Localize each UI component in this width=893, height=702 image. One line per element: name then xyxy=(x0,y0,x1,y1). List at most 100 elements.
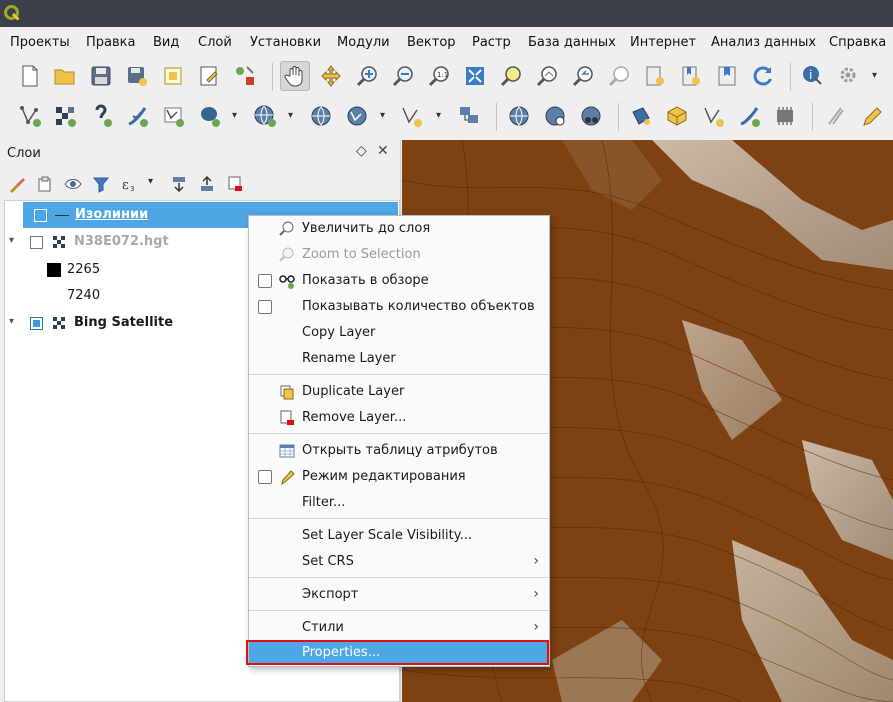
menu-help[interactable]: Справка xyxy=(829,35,886,50)
new-project-icon[interactable] xyxy=(15,61,45,91)
menu-edit[interactable]: Правка xyxy=(86,35,135,50)
close-icon[interactable]: ✕ xyxy=(377,143,389,159)
menu-item-label: Rename Layer xyxy=(302,351,396,366)
add-wfs-layer-icon[interactable] xyxy=(396,101,426,131)
digitize-line-icon[interactable] xyxy=(856,101,886,131)
menu-export[interactable]: Экспорт › xyxy=(249,582,549,608)
zoom-next-icon[interactable] xyxy=(604,61,634,91)
add-vector-layer-icon[interactable] xyxy=(15,101,45,131)
menu-raster[interactable]: Растр xyxy=(472,35,511,50)
add-wcs-icon[interactable] xyxy=(342,101,372,131)
layer-checkbox[interactable] xyxy=(30,236,43,249)
menu-checkbox[interactable] xyxy=(258,470,272,484)
zoom-layer-icon[interactable] xyxy=(532,61,562,91)
menu-set-crs[interactable]: Set CRS › xyxy=(249,549,549,575)
pan-to-selection-icon[interactable] xyxy=(316,61,346,91)
add-sensor-icon[interactable] xyxy=(626,101,656,131)
menu-item-label: Set CRS xyxy=(302,554,354,569)
layer-checkbox[interactable] xyxy=(30,317,43,330)
menu-processing[interactable]: Анализ данных xyxy=(711,35,816,50)
menu-settings[interactable]: Установки xyxy=(250,35,321,50)
chevron-down-icon[interactable]: ▾ xyxy=(288,110,293,121)
eye-icon[interactable] xyxy=(62,173,84,195)
chevron-down-icon[interactable]: ▾ xyxy=(380,110,385,121)
menu-layer[interactable]: Слой xyxy=(198,35,232,50)
add-layer-definition-icon[interactable] xyxy=(662,101,692,131)
menu-styles[interactable]: Стили › xyxy=(249,615,549,641)
menu-rename-layer[interactable]: Rename Layer xyxy=(249,346,549,372)
expand-all-icon[interactable] xyxy=(168,173,190,195)
edit-icon[interactable] xyxy=(734,101,764,131)
toggle-editing-icon[interactable] xyxy=(770,101,800,131)
add-virtual-layer-icon[interactable] xyxy=(158,101,188,131)
add-raster-layer-icon[interactable] xyxy=(50,101,80,131)
pan-icon[interactable] xyxy=(280,61,310,91)
menu-show-in-overview[interactable]: Показать в обзоре xyxy=(249,268,549,294)
menu-projects[interactable]: Проекты xyxy=(10,35,70,50)
menu-zoom-to-selection[interactable]: Zoom to Selection xyxy=(249,242,549,268)
collapse-all-icon[interactable] xyxy=(196,173,218,195)
style-manager-icon[interactable] xyxy=(230,61,260,91)
chevron-down-icon[interactable]: ▾ xyxy=(872,70,877,81)
bookmark-icon[interactable] xyxy=(712,61,742,91)
float-icon[interactable]: ◇ xyxy=(356,143,367,159)
chevron-down-icon[interactable]: ▾ xyxy=(436,110,441,121)
menu-web[interactable]: Интернет xyxy=(630,35,696,50)
chevron-down-icon[interactable]: ▾ xyxy=(9,316,14,327)
menu-show-feature-count[interactable]: Показывать количество объектов xyxy=(249,294,549,320)
show-bookmarks-icon[interactable] xyxy=(676,61,706,91)
open-project-icon[interactable] xyxy=(50,61,80,91)
filter-icon[interactable] xyxy=(90,173,112,195)
menu-remove-layer[interactable]: Remove Layer... xyxy=(249,405,549,431)
add-wfs-icon[interactable] xyxy=(306,101,336,131)
menu-checkbox[interactable] xyxy=(258,300,272,314)
zoom-selection-icon[interactable] xyxy=(496,61,526,91)
add-postgis-icon[interactable] xyxy=(194,101,224,131)
refresh-icon[interactable] xyxy=(748,61,778,91)
menu-vector[interactable]: Вектор xyxy=(407,35,456,50)
expression-filter-icon[interactable]: ε3 xyxy=(118,173,140,195)
remove-layer-icon[interactable] xyxy=(224,173,246,195)
layer-checkbox[interactable] xyxy=(34,209,47,222)
menu-view[interactable]: Вид xyxy=(153,35,179,50)
chevron-right-icon: › xyxy=(533,619,539,635)
layer-name: N38E072.hgt xyxy=(74,234,169,249)
add-delimited-text-icon[interactable] xyxy=(86,101,116,131)
add-ogc-api-icon[interactable] xyxy=(540,101,570,131)
menu-plugins[interactable]: Модули xyxy=(337,35,390,50)
legend-label: 2265 xyxy=(67,262,101,277)
new-shapefile-icon[interactable] xyxy=(454,101,484,131)
add-arcgis-icon[interactable] xyxy=(576,101,606,131)
identify-icon[interactable]: i xyxy=(798,61,828,91)
new-print-layout-icon[interactable] xyxy=(158,61,188,91)
save-edits-icon[interactable] xyxy=(820,101,850,131)
save-as-icon[interactable] xyxy=(122,61,152,91)
zoom-native-icon[interactable]: 1:1 xyxy=(424,61,454,91)
zoom-in-icon[interactable] xyxy=(352,61,382,91)
menu-database[interactable]: База данных xyxy=(528,35,616,50)
menu-copy-layer[interactable]: Copy Layer xyxy=(249,320,549,346)
add-spatialite-icon[interactable] xyxy=(122,101,152,131)
chevron-down-icon[interactable]: ▾ xyxy=(9,235,14,246)
add-xyz-icon[interactable] xyxy=(504,101,534,131)
zoom-out-icon[interactable] xyxy=(388,61,418,91)
menu-open-attribute-table[interactable]: Открыть таблицу атрибутов xyxy=(249,438,549,464)
menu-zoom-to-layer[interactable]: Увеличить до слоя xyxy=(249,216,549,242)
digitize-icon[interactable] xyxy=(698,101,728,131)
layout-manager-icon[interactable] xyxy=(194,61,224,91)
new-bookmark-icon[interactable] xyxy=(640,61,670,91)
menu-filter[interactable]: Filter... xyxy=(249,490,549,516)
add-group-icon[interactable] xyxy=(34,173,56,195)
chevron-down-icon[interactable]: ▾ xyxy=(148,176,153,187)
menu-toggle-editing[interactable]: Режим редактирования xyxy=(249,464,549,490)
add-wms-icon[interactable] xyxy=(250,101,280,131)
save-project-icon[interactable] xyxy=(86,61,116,91)
zoom-last-icon[interactable] xyxy=(568,61,598,91)
settings-icon[interactable] xyxy=(834,61,864,91)
menu-duplicate-layer[interactable]: Duplicate Layer xyxy=(249,379,549,405)
menu-checkbox[interactable] xyxy=(258,274,272,288)
menu-set-scale-visibility[interactable]: Set Layer Scale Visibility... xyxy=(249,523,549,549)
chevron-down-icon[interactable]: ▾ xyxy=(232,110,237,121)
zoom-full-icon[interactable] xyxy=(460,61,490,91)
style-layer-icon[interactable] xyxy=(6,173,28,195)
